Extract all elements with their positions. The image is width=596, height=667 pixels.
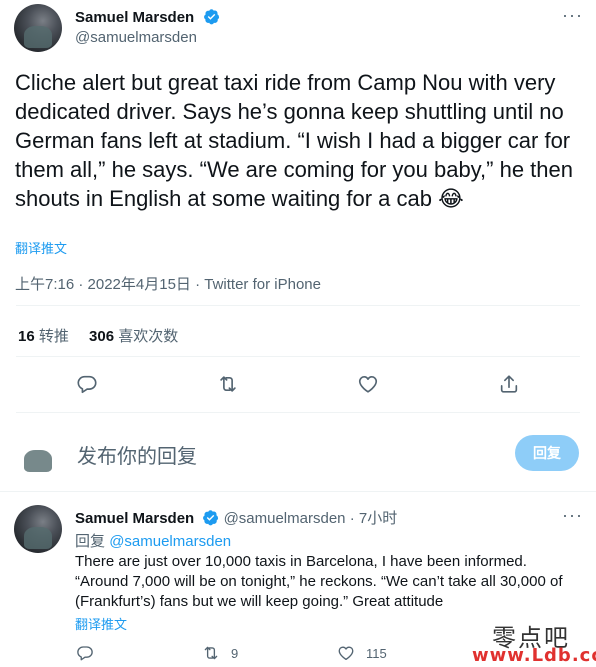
more-icon[interactable]: ··· bbox=[562, 5, 583, 26]
verified-badge-icon bbox=[203, 510, 219, 526]
share-icon[interactable] bbox=[498, 373, 520, 395]
tweet-timestamp[interactable]: 上午7:16 · 2022年4月15日 · Twitter for iPhone bbox=[15, 273, 321, 294]
divider bbox=[16, 412, 580, 413]
reply-likes-count: 115 bbox=[366, 646, 387, 661]
replying-label: 回复 bbox=[75, 533, 106, 550]
likes-count: 306 bbox=[89, 328, 115, 345]
tweet-text: Cliche alert but great taxi ride from Ca… bbox=[15, 70, 574, 211]
watermark-url: www.Ldb.cc bbox=[472, 645, 596, 666]
heart-icon[interactable] bbox=[337, 644, 355, 662]
current-user-avatar bbox=[14, 428, 62, 476]
reply-retweets-count: 9 bbox=[231, 646, 239, 661]
reply-time[interactable]: · 7小时 bbox=[350, 510, 398, 527]
divider bbox=[16, 356, 580, 357]
comment-icon[interactable] bbox=[76, 644, 94, 662]
reply-author-avatar[interactable] bbox=[14, 505, 62, 553]
translate-tweet-link[interactable]: 翻译推文 bbox=[75, 614, 127, 633]
author-handle[interactable]: @samuelmarsden bbox=[75, 29, 197, 46]
author-name[interactable]: Samuel Marsden bbox=[75, 9, 194, 26]
verified-badge-icon bbox=[203, 9, 219, 25]
replying-to: 回复 @samuelmarsden bbox=[75, 530, 231, 551]
likes-label: 喜欢次数 bbox=[118, 328, 179, 345]
author-avatar[interactable] bbox=[14, 4, 62, 52]
heart-icon[interactable] bbox=[357, 373, 379, 395]
reply-author-handle[interactable]: @samuelmarsden bbox=[224, 510, 346, 527]
likes-stat[interactable]: 306 喜欢次数 bbox=[89, 328, 178, 345]
more-icon[interactable]: ··· bbox=[562, 505, 583, 526]
retweets-stat[interactable]: 16 转推 bbox=[18, 328, 73, 345]
reply-header: Samuel Marsden @samuelmarsden · 7小时 bbox=[75, 507, 397, 528]
replying-to-handle[interactable]: @samuelmarsden bbox=[109, 533, 231, 550]
section-divider bbox=[0, 491, 596, 492]
divider bbox=[16, 305, 580, 306]
reply-text: There are just over 10,000 taxis in Barc… bbox=[75, 553, 563, 610]
retweet-icon[interactable] bbox=[217, 373, 239, 395]
retweet-icon[interactable] bbox=[202, 644, 220, 662]
reply-button[interactable]: 回复 bbox=[515, 435, 579, 471]
retweets-label: 转推 bbox=[38, 328, 69, 345]
reply-input[interactable]: 发布你的回复 bbox=[77, 440, 197, 469]
tweet-stats: 16 转推 306 喜欢次数 bbox=[18, 325, 178, 346]
comment-icon[interactable] bbox=[76, 373, 98, 395]
retweets-count: 16 bbox=[18, 328, 35, 345]
translate-tweet-link[interactable]: 翻译推文 bbox=[15, 238, 67, 257]
reply-author-name[interactable]: Samuel Marsden bbox=[75, 510, 194, 527]
author-name-row[interactable]: Samuel Marsden bbox=[75, 8, 220, 27]
